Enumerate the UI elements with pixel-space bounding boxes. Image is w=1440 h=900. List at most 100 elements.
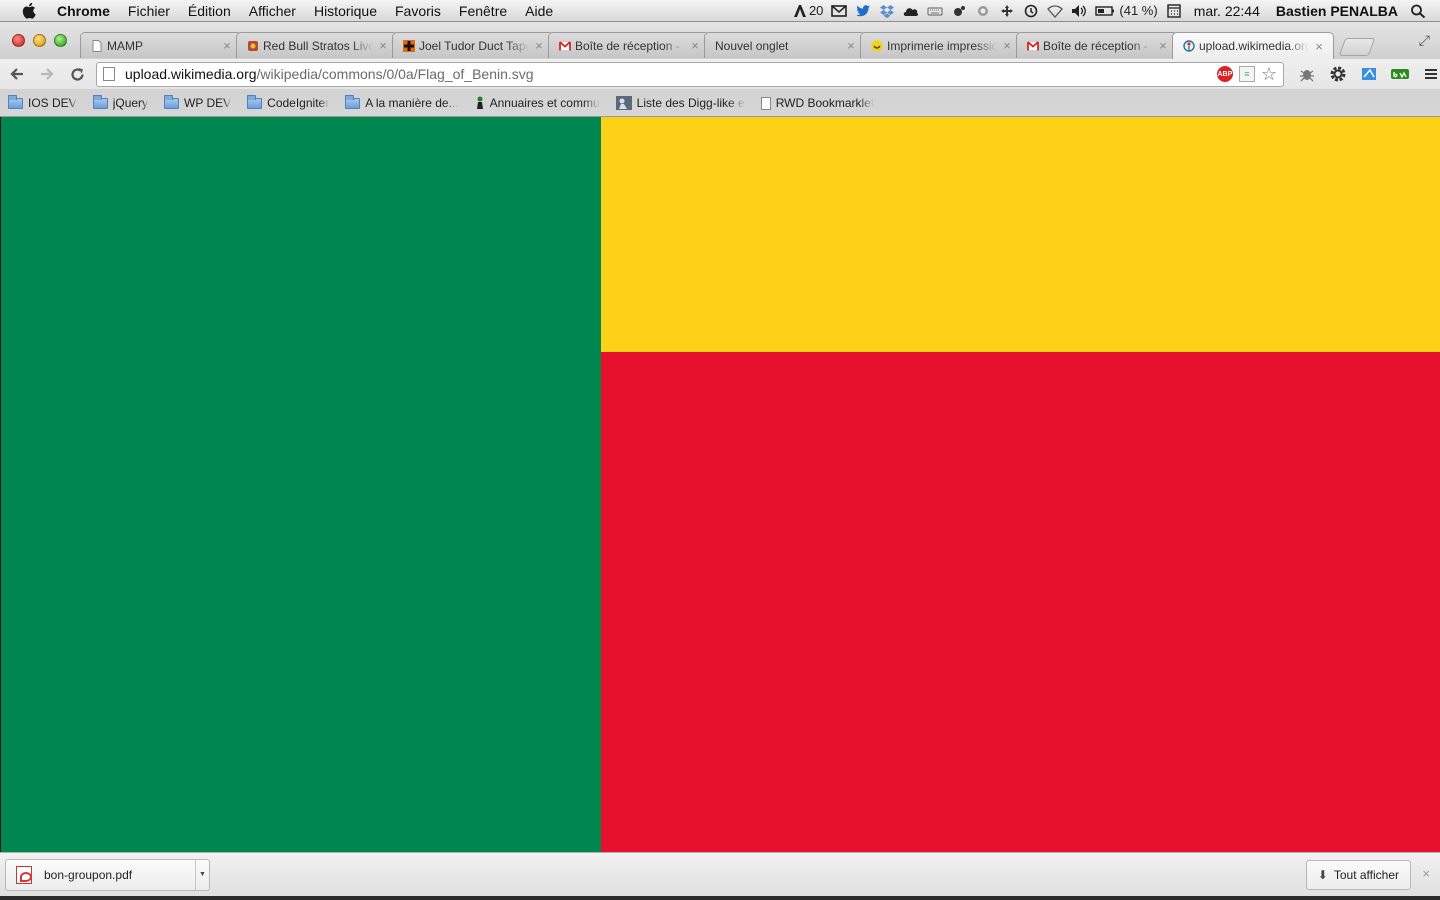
mail-icon[interactable] xyxy=(827,0,851,22)
keyboard-icon[interactable] xyxy=(923,0,947,22)
bookmark-wp-dev[interactable]: WP DEV xyxy=(156,94,239,110)
menu-app-name[interactable]: Chrome xyxy=(48,0,119,22)
adobe-update-count: 20 xyxy=(808,3,824,18)
tab-mamp[interactable]: MAMP × xyxy=(80,32,242,58)
bluetooth-icon[interactable] xyxy=(947,0,971,22)
tab-title: Nouvel onglet xyxy=(715,38,789,53)
adblock-icon[interactable]: ABP xyxy=(1216,66,1233,82)
bookmark-label: CodeIgniter xyxy=(267,96,330,110)
apple-menu-icon[interactable] xyxy=(18,1,38,21)
close-shelf-icon[interactable]: × xyxy=(1422,866,1430,881)
bookmark-jquery[interactable]: jQuery xyxy=(85,94,156,110)
bookmark-codeigniter[interactable]: CodeIgniter xyxy=(239,94,337,110)
bw-extension-icon[interactable] xyxy=(1391,65,1409,83)
figure-icon xyxy=(475,96,485,110)
bookmark-a-la-maniere-de[interactable]: A la manière de... xyxy=(337,94,466,110)
tab-red-bull-stratos[interactable]: Red Bull Stratos Live × xyxy=(236,32,398,58)
tab-gmail-1[interactable]: Boîte de réception - × xyxy=(548,32,710,58)
tab-title: Joel Tudor Duct Tape xyxy=(419,38,529,53)
chrome-menu-icon[interactable] xyxy=(1422,65,1440,83)
wikimedia-icon xyxy=(1183,40,1195,52)
close-window-button[interactable] xyxy=(12,34,25,47)
sync-icon[interactable] xyxy=(971,0,995,22)
bookmark-ios-dev[interactable]: IOS DEV xyxy=(0,94,85,110)
zoom-window-button[interactable] xyxy=(54,34,67,47)
menu-historique[interactable]: Historique xyxy=(305,0,386,22)
bookmark-label: A la manière de... xyxy=(365,96,459,110)
battery-percentage: (41 %) xyxy=(1119,3,1158,18)
tab-close-icon[interactable]: × xyxy=(533,38,545,53)
blue-extension-icon[interactable] xyxy=(1360,65,1378,83)
page-icon xyxy=(760,96,771,110)
download-menu-caret-icon[interactable]: ▼ xyxy=(195,859,209,890)
window-controls xyxy=(12,34,67,47)
flag-green-band xyxy=(1,117,601,852)
url-path: /wikipedia/commons/0/0a/Flag_of_Benin.sv… xyxy=(256,66,534,82)
redbull-icon xyxy=(247,40,259,52)
download-arrow-icon: ⬇ xyxy=(1317,867,1328,882)
bookmark-star-icon[interactable]: ☆ xyxy=(1261,65,1277,83)
status-menus: 20 (41 %) mar. 22:44 Bastien PENALBA xyxy=(789,0,1440,22)
volume-icon[interactable] xyxy=(1067,0,1091,22)
rss-icon[interactable]: ≡ xyxy=(1238,66,1255,82)
twitter-icon[interactable] xyxy=(851,0,875,22)
menu-fichier[interactable]: Fichier xyxy=(119,0,179,22)
tab-close-icon[interactable]: × xyxy=(689,38,701,53)
gear-extension-icon[interactable] xyxy=(1329,65,1347,83)
gmail-icon xyxy=(559,40,571,52)
menu-favoris[interactable]: Favoris xyxy=(386,0,450,22)
menu-user-name[interactable]: Bastien PENALBA xyxy=(1268,3,1406,19)
adobe-icon[interactable]: 20 xyxy=(789,0,827,22)
show-all-downloads-button[interactable]: ⬇ Tout afficher xyxy=(1305,859,1411,890)
dropbox-icon[interactable] xyxy=(875,0,899,22)
back-button[interactable] xyxy=(4,62,30,86)
tab-close-icon[interactable]: × xyxy=(1157,38,1169,53)
tab-title: MAMP xyxy=(107,38,143,53)
menu-clock[interactable]: mar. 22:44 xyxy=(1186,3,1268,19)
bookmarks-bar: IOS DEV jQuery WP DEV CodeIgniter A la m… xyxy=(0,92,1440,114)
download-shelf: bon-groupon.pdf ▼ ⬇ Tout afficher × xyxy=(0,852,1440,896)
wifi-icon[interactable] xyxy=(1043,0,1067,22)
spotlight-icon[interactable] xyxy=(1406,0,1430,22)
move-icon[interactable] xyxy=(995,0,1019,22)
address-bar[interactable]: upload.wikimedia.org/wikipedia/commons/0… xyxy=(96,61,1284,87)
tab-close-icon[interactable]: × xyxy=(221,38,233,53)
menu-edition[interactable]: Édition xyxy=(179,0,240,22)
flag-yellow-band xyxy=(601,117,1440,352)
tab-close-icon[interactable]: × xyxy=(1313,39,1325,54)
folder-icon xyxy=(345,94,361,109)
new-tab-button[interactable] xyxy=(1338,38,1376,56)
tab-joel-tudor[interactable]: Joel Tudor Duct Tape × xyxy=(392,32,554,58)
menu-afficher[interactable]: Afficher xyxy=(240,0,305,22)
menu-aide[interactable]: Aide xyxy=(516,0,562,22)
extension-icons xyxy=(1298,65,1440,83)
browser-toolbar: upload.wikimedia.org/wikipedia/commons/0… xyxy=(0,59,1440,89)
flag-red-band xyxy=(601,352,1440,852)
menu-fenetre[interactable]: Fenêtre xyxy=(450,0,516,22)
tab-gmail-2[interactable]: Boîte de réception - × xyxy=(1016,32,1178,58)
flag-of-benin-image xyxy=(1,117,1440,852)
bookmark-digg-like[interactable]: Liste des Digg-like e xyxy=(608,96,753,110)
time-machine-icon[interactable] xyxy=(1019,0,1043,22)
tab-new-tab[interactable]: Nouvel onglet × xyxy=(704,32,866,58)
tab-wikimedia-active[interactable]: upload.wikimedia.org × xyxy=(1172,32,1334,59)
fullscreen-icon[interactable]: ⤢ xyxy=(1419,32,1430,49)
bookmark-label: Annuaires et commu xyxy=(489,96,600,110)
tab-close-icon[interactable]: × xyxy=(845,38,857,53)
bookmark-rwd-bookmarklet[interactable]: RWD Bookmarklet xyxy=(753,96,882,110)
calendar-icon[interactable] xyxy=(1162,0,1186,22)
bug-extension-icon[interactable] xyxy=(1298,65,1316,83)
bookmark-annuaires[interactable]: Annuaires et commu xyxy=(467,96,608,110)
reload-icon xyxy=(70,67,84,81)
tab-close-icon[interactable]: × xyxy=(1001,38,1013,53)
reload-button[interactable] xyxy=(64,62,90,86)
tab-title: Boîte de réception - xyxy=(1043,38,1148,53)
battery-icon[interactable]: (41 %) xyxy=(1091,0,1161,22)
tab-close-icon[interactable]: × xyxy=(377,38,389,53)
page-icon xyxy=(103,67,115,81)
tab-imprimerie[interactable]: Imprimerie impressio × xyxy=(860,32,1022,58)
download-item[interactable]: bon-groupon.pdf ▼ xyxy=(5,858,210,891)
cloud-icon[interactable] xyxy=(899,0,923,22)
forward-button[interactable] xyxy=(34,62,60,86)
minimize-window-button[interactable] xyxy=(33,34,46,47)
